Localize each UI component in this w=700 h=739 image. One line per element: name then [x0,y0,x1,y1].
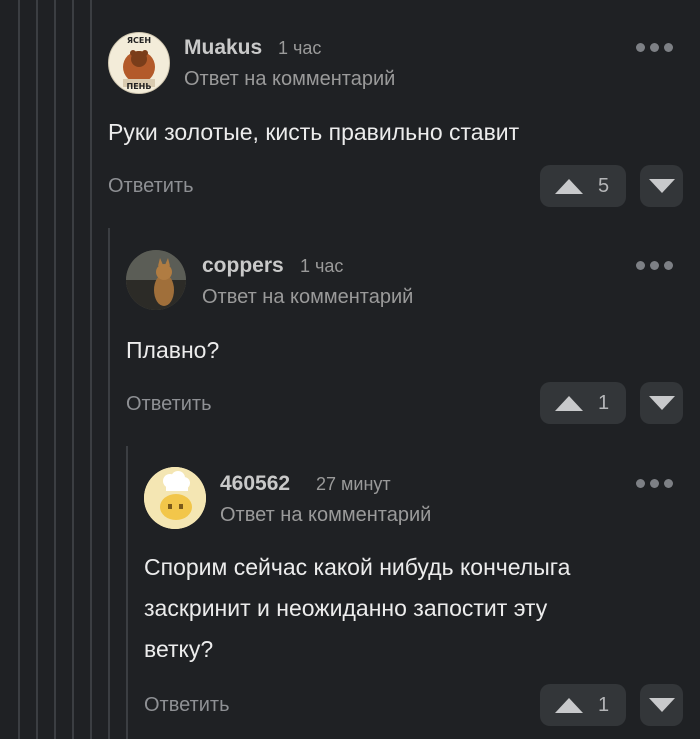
bear-avatar-icon: ЯСЕН ПЕНЬ [123,36,155,91]
rating-count: 1 [598,391,610,414]
avatar[interactable]: ЯСЕН ПЕНЬ [108,32,170,94]
comment: 460562 27 минут Ответ на комментарий Спо… [0,446,700,739]
chef-avatar-icon [144,467,206,529]
avatar-caption-top: ЯСЕН [127,36,151,45]
comment-text: Руки золотые, кисть правильно ставит [108,112,688,153]
comment-text-line: Спорим сейчас какой нибудь кончелыга [144,554,571,580]
username[interactable]: coppers [202,254,284,278]
arrow-down-icon [648,698,675,712]
arrow-up-icon [555,697,583,713]
comment-time: 1 час [278,38,322,58]
username[interactable]: 460562 [220,472,290,496]
comment-text-line: Руки золотые, кисть правильно ставит [108,119,520,145]
upvote-button[interactable]: 5 [540,165,626,207]
downvote-button[interactable] [640,684,683,726]
avatar[interactable] [144,467,206,529]
comment-text-line: заскринит и неожиданно запостит эту [144,595,548,621]
username[interactable]: Muakus [184,36,262,60]
reply-button[interactable]: Ответить [108,175,194,198]
comment: coppers 1 час Ответ на комментарий Плавн… [0,228,700,446]
downvote-button[interactable] [640,382,683,424]
arrow-up-icon [555,178,583,194]
cat-avatar-icon [126,250,186,310]
arrow-up-icon [555,395,583,411]
reply-note[interactable]: Ответ на комментарий [184,68,395,91]
comment-text-line: ветку? [144,636,214,662]
comment-time: 1 час [300,256,344,276]
rating-count: 5 [598,174,610,197]
comment: ЯСЕН ПЕНЬ Muakus 1 час Ответ на коммента… [0,0,700,228]
avatar-caption-bottom: ПЕНЬ [127,82,152,91]
comment-time: 27 минут [316,474,391,494]
rating-count: 1 [598,693,610,716]
arrow-down-icon [648,179,675,193]
comment-text: Спорим сейчас какой нибудь кончелыга зас… [144,547,692,670]
reply-button[interactable]: Ответить [144,694,230,717]
avatar[interactable] [126,250,186,310]
downvote-button[interactable] [640,165,683,207]
more-options-icon[interactable] [636,43,673,52]
more-options-icon[interactable] [636,479,673,488]
comment-text: Плавно? [126,330,686,371]
upvote-button[interactable]: 1 [540,684,626,726]
arrow-down-icon [648,396,675,410]
upvote-button[interactable]: 1 [540,382,626,424]
reply-button[interactable]: Ответить [126,393,212,416]
comment-text-line: Плавно? [126,337,220,363]
more-options-icon[interactable] [636,261,673,270]
reply-note[interactable]: Ответ на комментарий [202,286,413,309]
reply-note[interactable]: Ответ на комментарий [220,504,431,527]
